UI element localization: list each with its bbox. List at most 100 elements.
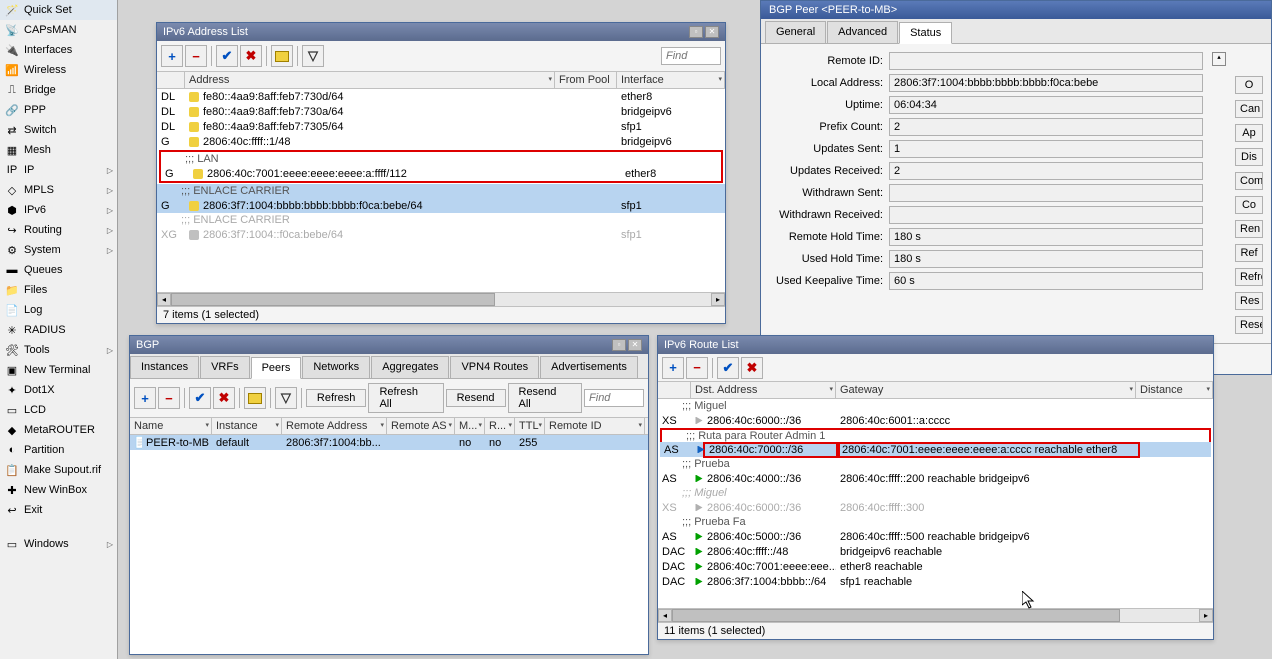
tab-aggregates[interactable]: Aggregates <box>371 356 449 378</box>
col-r-[interactable]: R...▾ <box>485 418 515 434</box>
col-m-[interactable]: M...▾ <box>455 418 485 434</box>
sidebar-item-make-supout.rif[interactable]: 📋Make Supout.rif <box>0 460 117 480</box>
enable-button[interactable]: ✔ <box>717 357 739 379</box>
tab-networks[interactable]: Networks <box>302 356 370 378</box>
sidebar-item-log[interactable]: 📄Log <box>0 300 117 320</box>
sidebar-item-mpls[interactable]: ◇MPLS▷ <box>0 180 117 200</box>
sidebar-item-wireless[interactable]: 📶Wireless <box>0 60 117 80</box>
disable-button[interactable]: ✖ <box>240 45 262 67</box>
resend-button[interactable]: Resend <box>446 389 506 407</box>
side-button[interactable]: Refre <box>1235 268 1263 286</box>
find-input[interactable] <box>584 389 644 407</box>
hscroll[interactable]: ◂▸ <box>157 292 725 306</box>
table-row[interactable]: XS 2806:40c:6000::/36 2806:40c:6001::a:c… <box>658 413 1213 428</box>
sidebar-item-ip[interactable]: IPIP▷ <box>0 160 117 180</box>
col-remote-id[interactable]: Remote ID▾ <box>545 418 645 434</box>
sidebar-item-mesh[interactable]: ▦Mesh <box>0 140 117 160</box>
sidebar-item-ipv6[interactable]: ⬢IPv6▷ <box>0 200 117 220</box>
sidebar-item-new-winbox[interactable]: ✚New WinBox <box>0 480 117 500</box>
sidebar-item-quick-set[interactable]: 🪄Quick Set <box>0 0 117 20</box>
sidebar-item-tools[interactable]: 🛠Tools▷ <box>0 340 117 360</box>
col-instance[interactable]: Instance▾ <box>212 418 282 434</box>
table-row[interactable]: 📄 PEER-to-MB default 2806:3f7:1004:bb...… <box>130 435 648 450</box>
side-button[interactable]: Res <box>1235 292 1263 310</box>
sidebar-item-radius[interactable]: ✳RADIUS <box>0 320 117 340</box>
side-button[interactable]: Ref <box>1235 244 1263 262</box>
table-row[interactable]: DL fe80::4aa9:8aff:feb7:7305/64 sfp1 <box>157 119 725 134</box>
table-row[interactable]: G 2806:40c:ffff::1/48 bridgeipv6 <box>157 134 725 149</box>
filter-button[interactable]: ▽ <box>275 387 297 409</box>
comment-button[interactable] <box>244 387 266 409</box>
enable-button[interactable]: ✔ <box>216 45 238 67</box>
tab-vrfs[interactable]: VRFs <box>200 356 250 378</box>
side-button[interactable]: Ap <box>1235 124 1263 142</box>
sidebar-item-files[interactable]: 📁Files <box>0 280 117 300</box>
table-row[interactable]: XS 2806:40c:6000::/36 2806:40c:ffff::300 <box>658 500 1213 515</box>
tab-instances[interactable]: Instances <box>130 356 199 378</box>
side-button[interactable]: Ren <box>1235 220 1263 238</box>
tab-status[interactable]: Status <box>899 22 952 44</box>
minimize-button[interactable]: ▫ <box>612 339 626 351</box>
side-button[interactable]: Rese <box>1235 316 1263 334</box>
remove-button[interactable]: − <box>686 357 708 379</box>
table-row[interactable]: DL fe80::4aa9:8aff:feb7:730d/64 ether8 <box>157 89 725 104</box>
remove-button[interactable]: − <box>158 387 180 409</box>
col-distance[interactable]: Distance▾ <box>1136 382 1213 398</box>
col-remote-address[interactable]: Remote Address▾ <box>282 418 387 434</box>
table-row[interactable]: DAC 2806:40c:7001:eeee:eee... ether8 rea… <box>658 559 1213 574</box>
side-button[interactable]: Co <box>1235 196 1263 214</box>
side-button[interactable]: Can <box>1235 100 1263 118</box>
sidebar-item-switch[interactable]: ⇄Switch <box>0 120 117 140</box>
sidebar-item-dot1x[interactable]: ✦Dot1X <box>0 380 117 400</box>
close-button[interactable]: ✕ <box>628 339 642 351</box>
sidebar-item-capsman[interactable]: 📡CAPsMAN <box>0 20 117 40</box>
refresh-button[interactable]: Refresh <box>306 389 367 407</box>
tab-advanced[interactable]: Advanced <box>827 21 898 43</box>
table-row[interactable]: AS 2806:40c:4000::/36 2806:40c:ffff::200… <box>658 471 1213 486</box>
tab-peers[interactable]: Peers <box>251 357 302 379</box>
find-input[interactable] <box>661 47 721 65</box>
table-row[interactable]: AS 2806:40c:7000::/36 2806:40c:7001:eeee… <box>660 442 1211 457</box>
col-interface[interactable]: Interface▾ <box>617 72 725 88</box>
filter-button[interactable]: ▽ <box>302 45 324 67</box>
scroll-up-button[interactable]: ▴ <box>1212 52 1226 66</box>
tab-general[interactable]: General <box>765 21 826 43</box>
side-button[interactable]: Dis <box>1235 148 1263 166</box>
side-button[interactable]: Com <box>1235 172 1263 190</box>
enable-button[interactable]: ✔ <box>189 387 211 409</box>
sidebar-item-windows[interactable]: ▭Windows▷ <box>0 534 117 554</box>
sidebar-item-exit[interactable]: ↩Exit <box>0 500 117 520</box>
table-row[interactable]: G 2806:40c:7001:eeee:eeee:eeee:a:ffff/11… <box>161 166 721 181</box>
col-dst[interactable]: Dst. Address▾ <box>691 382 836 398</box>
close-button[interactable]: ✕ <box>705 26 719 38</box>
disable-button[interactable]: ✖ <box>741 357 763 379</box>
table-row[interactable]: DAC 2806:3f7:1004:bbbb::/64 sfp1 reachab… <box>658 574 1213 589</box>
col-ttl[interactable]: TTL▾ <box>515 418 545 434</box>
add-button[interactable]: + <box>134 387 156 409</box>
sidebar-item-ppp[interactable]: 🔗PPP <box>0 100 117 120</box>
tab-advertisements[interactable]: Advertisements <box>540 356 638 378</box>
table-row[interactable]: XG 2806:3f7:1004::f0ca:bebe/64 sfp1 <box>157 227 725 242</box>
col-from-pool[interactable]: From Pool <box>555 72 617 88</box>
sidebar-item-lcd[interactable]: ▭LCD <box>0 400 117 420</box>
table-row[interactable]: AS 2806:40c:5000::/36 2806:40c:ffff::500… <box>658 529 1213 544</box>
hscroll[interactable]: ◂▸ <box>658 608 1213 622</box>
sidebar-item-bridge[interactable]: ⎍Bridge <box>0 80 117 100</box>
table-row[interactable]: G 2806:3f7:1004:bbbb:bbbb:bbbb:f0ca:bebe… <box>157 198 725 213</box>
col-address[interactable]: Address▾ <box>185 72 555 88</box>
table-row[interactable]: DAC 2806:40c:ffff::/48 bridgeipv6 reacha… <box>658 544 1213 559</box>
remove-button[interactable]: − <box>185 45 207 67</box>
sidebar-item-partition[interactable]: ◐Partition <box>0 440 117 460</box>
comment-button[interactable] <box>271 45 293 67</box>
sidebar-item-metarouter[interactable]: ◆MetaROUTER <box>0 420 117 440</box>
minimize-button[interactable]: ▫ <box>689 26 703 38</box>
resend-all-button[interactable]: Resend All <box>508 383 583 413</box>
col-name[interactable]: Name▾ <box>130 418 212 434</box>
sidebar-item-interfaces[interactable]: 🔌Interfaces <box>0 40 117 60</box>
table-row[interactable]: DL fe80::4aa9:8aff:feb7:730a/64 bridgeip… <box>157 104 725 119</box>
disable-button[interactable]: ✖ <box>213 387 235 409</box>
sidebar-item-queues[interactable]: ▬Queues <box>0 260 117 280</box>
tab-vpn4-routes[interactable]: VPN4 Routes <box>450 356 539 378</box>
col-remote-as[interactable]: Remote AS▾ <box>387 418 455 434</box>
sidebar-item-new-terminal[interactable]: ▣New Terminal <box>0 360 117 380</box>
